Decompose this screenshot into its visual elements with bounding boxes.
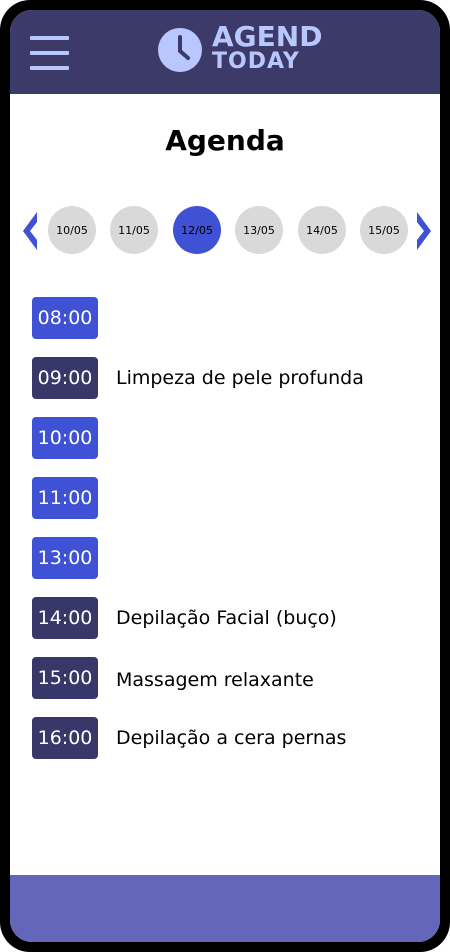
appointment-15-00[interactable]: Massagem relaxante bbox=[116, 669, 314, 691]
time-slot-13-00[interactable]: 13:00 bbox=[32, 537, 98, 579]
date-chip-14-05[interactable]: 14/05 bbox=[298, 206, 346, 254]
page-title: Agenda bbox=[165, 124, 285, 157]
time-slot-11-00[interactable]: 11:00 bbox=[32, 477, 98, 519]
time-slot-08-00[interactable]: 08:00 bbox=[32, 297, 98, 339]
logo-line-1: AGEND bbox=[212, 20, 323, 53]
date-chip-10-05[interactable]: 10/05 bbox=[48, 206, 96, 254]
logo-line-2: TODAY bbox=[212, 49, 300, 74]
chevron-right-icon[interactable] bbox=[415, 210, 435, 252]
hamburger-menu-icon[interactable] bbox=[30, 36, 69, 70]
date-chip-12-05-selected[interactable]: 12/05 bbox=[173, 206, 221, 254]
appointment-14-00[interactable]: Depilação Facial (buço) bbox=[116, 607, 337, 629]
date-chip-15-05[interactable]: 15/05 bbox=[360, 206, 408, 254]
time-slot-10-00[interactable]: 10:00 bbox=[32, 417, 98, 459]
logo-text: AGEND TODAY bbox=[212, 23, 327, 73]
clock-icon bbox=[158, 28, 202, 72]
app-screen: AGEND TODAY Agenda 10/05 11/05 12/05 13/… bbox=[10, 10, 440, 942]
chevron-left-icon[interactable] bbox=[19, 210, 39, 252]
time-slot-14-00[interactable]: 14:00 bbox=[32, 597, 98, 639]
date-chip-13-05[interactable]: 13/05 bbox=[235, 206, 283, 254]
appointment-09-00[interactable]: Limpeza de pele profunda bbox=[116, 367, 364, 389]
date-chip-11-05[interactable]: 11/05 bbox=[110, 206, 158, 254]
app-header: AGEND TODAY bbox=[10, 10, 440, 94]
app-footer bbox=[10, 875, 440, 942]
appointment-16-00[interactable]: Depilação a cera pernas bbox=[116, 727, 346, 749]
time-slot-09-00[interactable]: 09:00 bbox=[32, 357, 98, 399]
time-slot-16-00[interactable]: 16:00 bbox=[32, 717, 98, 759]
time-slot-15-00[interactable]: 15:00 bbox=[32, 657, 98, 699]
phone-frame: AGEND TODAY Agenda 10/05 11/05 12/05 13/… bbox=[0, 0, 450, 952]
app-logo: AGEND TODAY bbox=[157, 23, 327, 81]
